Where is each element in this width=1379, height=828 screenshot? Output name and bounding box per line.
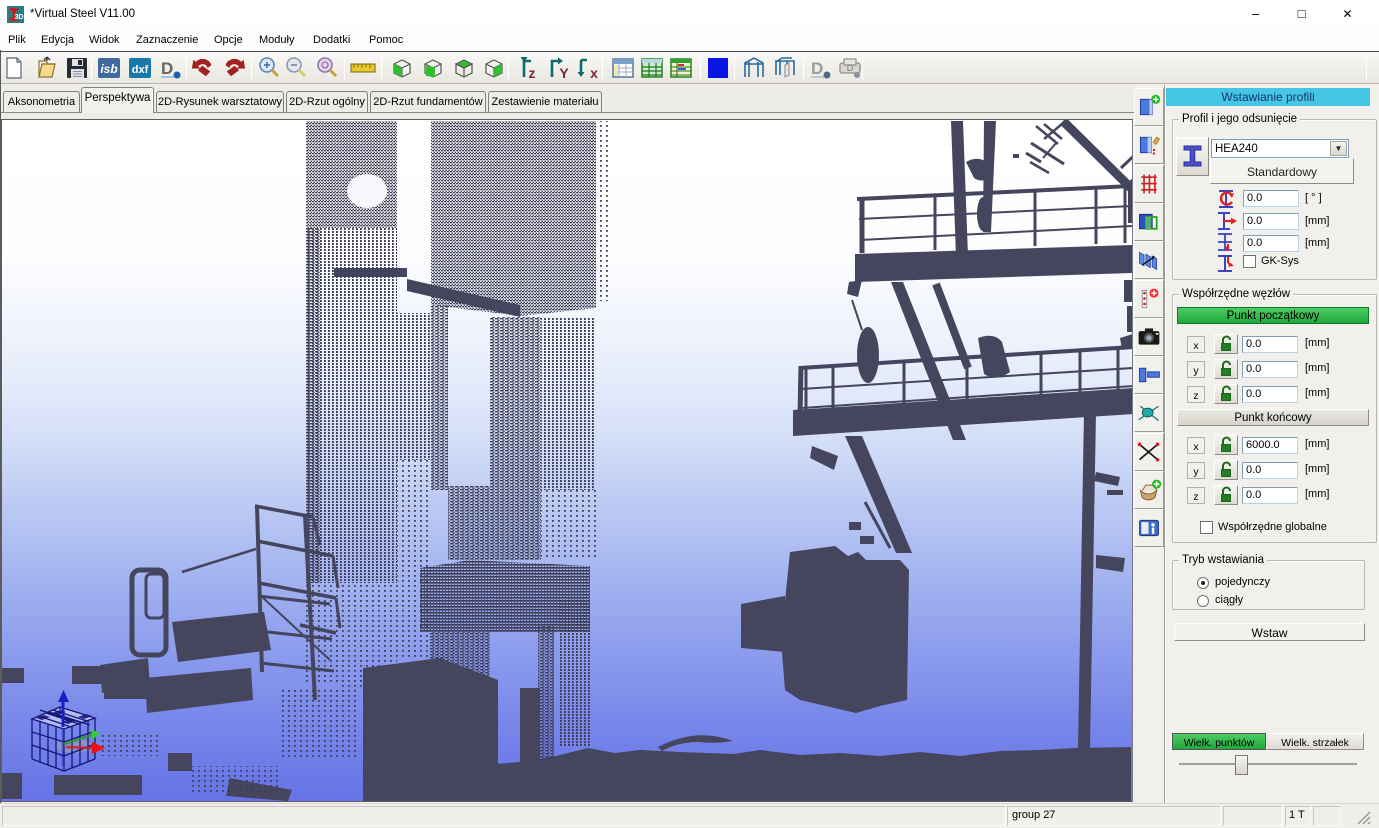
svg-text:D: D (161, 59, 173, 78)
svg-text:z: z (529, 65, 536, 81)
svg-text:Y: Y (559, 65, 569, 81)
svg-text:3D: 3D (15, 14, 24, 21)
svg-text:D: D (847, 63, 854, 73)
svg-text:isb: isb (100, 62, 117, 76)
svg-text:x: x (590, 65, 598, 81)
svg-text:D: D (811, 59, 823, 78)
svg-text:dxf: dxf (132, 64, 149, 76)
